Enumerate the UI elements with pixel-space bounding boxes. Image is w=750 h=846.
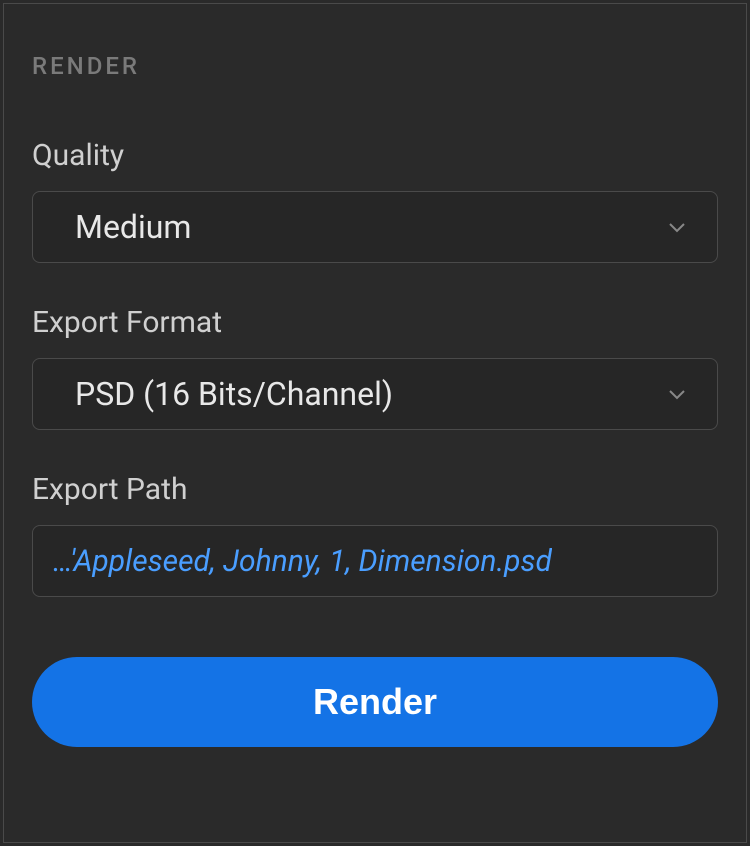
export-format-field-group: Export Format PSD (16 Bits/Channel) [32, 305, 718, 430]
export-path-label: Export Path [32, 472, 718, 507]
chevron-down-icon [667, 384, 687, 404]
render-button[interactable]: Render [32, 657, 718, 747]
panel-header: RENDER [32, 52, 718, 80]
quality-value: Medium [75, 208, 191, 246]
quality-label: Quality [32, 138, 718, 173]
export-path-field[interactable]: …'Appleseed, Johnny, 1, Dimension.psd [32, 525, 718, 597]
quality-dropdown[interactable]: Medium [32, 191, 718, 263]
render-button-label: Render [313, 681, 437, 723]
quality-field-group: Quality Medium [32, 138, 718, 263]
export-format-label: Export Format [32, 305, 718, 340]
render-panel: RENDER Quality Medium Export Format PSD … [3, 3, 747, 843]
export-format-value: PSD (16 Bits/Channel) [75, 375, 393, 413]
export-format-dropdown[interactable]: PSD (16 Bits/Channel) [32, 358, 718, 430]
chevron-down-icon [667, 217, 687, 237]
export-path-field-group: Export Path …'Appleseed, Johnny, 1, Dime… [32, 472, 718, 597]
export-path-value: …'Appleseed, Johnny, 1, Dimension.psd [53, 544, 552, 579]
